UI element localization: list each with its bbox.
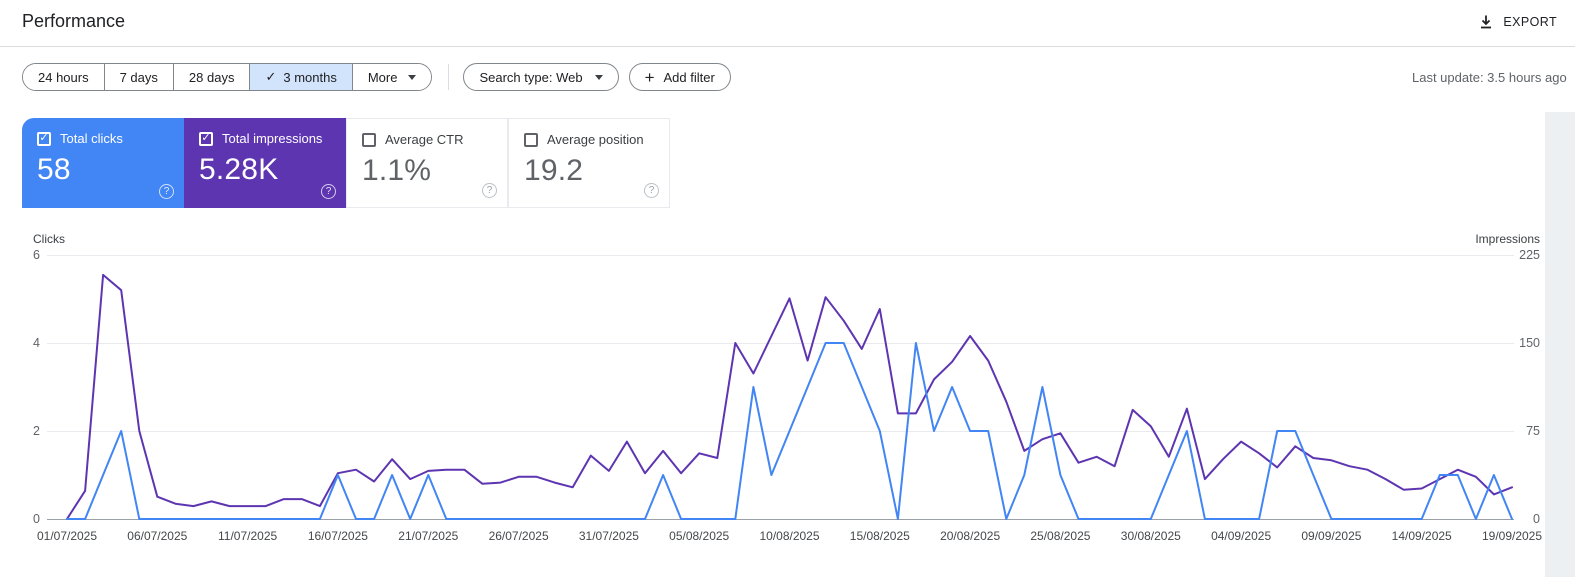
help-icon[interactable]: ? <box>482 183 497 198</box>
chart-plot-area[interactable] <box>66 255 1513 520</box>
clicks-line <box>66 342 1513 520</box>
date-filter-28-days[interactable]: 28 days <box>173 64 251 90</box>
left-tick: 0 <box>33 512 40 526</box>
x-axis-tick-label: 09/09/2025 <box>1301 529 1362 543</box>
right-tick: 225 <box>1519 248 1540 262</box>
average-ctr-value: 1.1% <box>362 154 432 187</box>
left-tick: 4 <box>33 336 40 350</box>
search-type-dropdown[interactable]: Search type: Web <box>463 63 619 91</box>
checkbox-unchecked-icon[interactable] <box>524 132 538 147</box>
export-button[interactable]: EXPORT <box>1468 8 1567 36</box>
header-divider <box>0 46 1575 47</box>
metric-tile-average-ctr[interactable]: Average CTR 1.1% ? <box>346 118 508 208</box>
performance-card: ✓ Total clicks 58 ? ✓ Total impressions … <box>22 118 1545 577</box>
check-icon: ✓ <box>265 69 277 84</box>
x-axis-tick-label: 25/08/2025 <box>1030 529 1091 543</box>
x-axis-tick-label: 11/07/2025 <box>218 529 278 543</box>
checkbox-checked-icon[interactable]: ✓ <box>199 131 213 146</box>
x-axis-tick-label: 31/07/2025 <box>578 529 639 543</box>
metric-tile-average-position[interactable]: Average position 19.2 ? <box>508 118 670 208</box>
metric-tile-total-impressions[interactable]: ✓ Total impressions 5.28K ? <box>184 118 346 208</box>
impressions-line <box>66 273 1513 520</box>
date-range-group: 24 hours 7 days 28 days ✓ 3 months More <box>22 63 433 91</box>
right-tick: 150 <box>1519 336 1540 350</box>
total-impressions-value: 5.28K <box>199 153 279 186</box>
x-axis-tick-label: 01/07/2025 <box>36 529 98 543</box>
x-axis-tick-label: 20/08/2025 <box>940 529 1001 543</box>
help-icon[interactable]: ? <box>159 184 174 199</box>
page-title: Performance <box>22 11 126 31</box>
checkbox-unchecked-icon[interactable] <box>362 132 376 147</box>
right-tick: 0 <box>1533 512 1540 526</box>
right-axis-title: Impressions <box>1475 232 1540 246</box>
x-axis-tick-label: 19/09/2025 <box>1481 529 1543 543</box>
left-tick: 6 <box>33 248 40 262</box>
date-filter-3-months[interactable]: ✓ 3 months <box>250 64 353 90</box>
x-axis-tick-label: 14/09/2025 <box>1391 529 1452 543</box>
add-filter-button[interactable]: + Add filter <box>628 63 731 91</box>
chart-lines-svg <box>66 273 1513 520</box>
chevron-down-icon <box>408 74 417 80</box>
x-axis-labels: 01/07/2025 06/07/2025 11/07/2025 16/07/2025… <box>37 529 1542 545</box>
x-axis-tick-label: 26/07/2025 <box>488 529 549 543</box>
page-gutter <box>1545 112 1575 577</box>
toolbar-divider <box>448 64 450 90</box>
date-filter-more[interactable]: More <box>352 64 432 90</box>
help-icon[interactable]: ? <box>644 183 659 198</box>
metric-tile-total-clicks[interactable]: ✓ Total clicks 58 ? <box>22 118 184 208</box>
x-axis-tick-label: 06/07/2025 <box>127 529 188 543</box>
average-position-value: 19.2 <box>524 154 584 187</box>
total-clicks-value: 58 <box>37 153 71 186</box>
date-filter-24-hours[interactable]: 24 hours <box>23 64 105 90</box>
x-axis-tick-label: 21/07/2025 <box>398 529 459 543</box>
x-axis-tick-label: 15/08/2025 <box>849 529 910 543</box>
date-filter-7-days[interactable]: 7 days <box>104 64 174 90</box>
help-icon[interactable]: ? <box>321 184 336 199</box>
x-axis-tick-label: 04/09/2025 <box>1211 529 1272 543</box>
filter-toolbar: 24 hours 7 days 28 days ✓ 3 months More … <box>22 63 741 91</box>
checkbox-checked-icon[interactable]: ✓ <box>37 131 51 146</box>
x-axis-tick-label: 16/07/2025 <box>307 529 368 543</box>
left-tick: 2 <box>33 424 40 438</box>
right-tick: 75 <box>1526 424 1540 438</box>
x-axis-tick-label: 30/08/2025 <box>1120 529 1181 543</box>
x-axis-tick-label: 10/08/2025 <box>759 529 820 543</box>
last-update-text: Last update: 3.5 hours ago <box>1412 70 1567 85</box>
plus-icon: + <box>644 67 655 87</box>
x-axis-tick-label: 05/08/2025 <box>669 529 730 543</box>
chevron-down-icon <box>594 74 603 80</box>
left-axis-title: Clicks <box>33 232 65 246</box>
download-icon <box>1481 15 1492 29</box>
export-label: EXPORT <box>1503 15 1557 29</box>
